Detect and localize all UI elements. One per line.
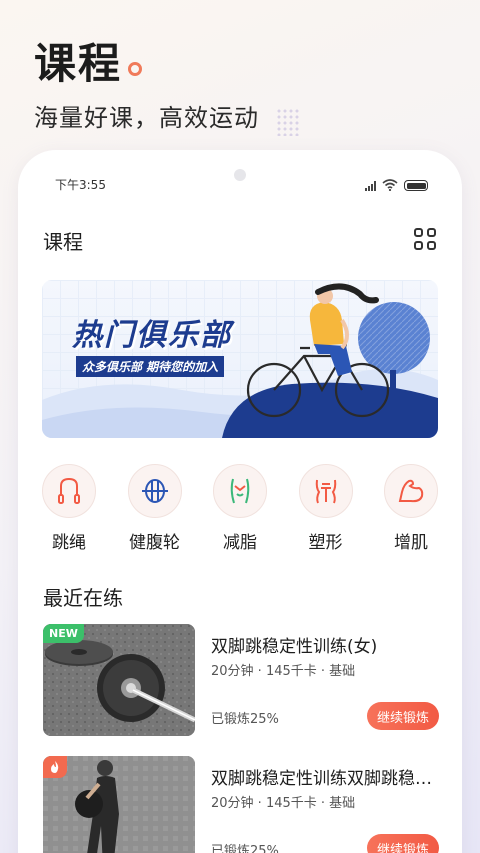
dot-pattern-decoration (276, 108, 300, 136)
status-time: 下午3:55 (55, 178, 106, 192)
hero-dot-decoration (128, 62, 142, 76)
category-fat-loss[interactable]: 减脂 (207, 464, 273, 553)
course-name: 双脚跳稳定性训练(女) (211, 637, 378, 657)
category-row: 跳绳 健腹轮 减脂 塑形 增肌 (36, 464, 444, 553)
category-label: 跳绳 (52, 533, 86, 553)
category-label: 塑形 (308, 533, 343, 553)
category-muscle[interactable]: 增肌 (378, 464, 444, 553)
continue-training-button[interactable]: 继续锻炼 (367, 702, 439, 730)
muscle-icon (384, 464, 438, 518)
course-meta: 20分钟 · 145千卡 · 基础 (211, 664, 356, 679)
category-body-shape[interactable]: 塑形 (293, 464, 359, 553)
club-banner[interactable]: 热门俱乐部 众多俱乐部 期待您的加入 (42, 280, 438, 438)
course-name: 双脚跳稳定性训练双脚跳稳定性训练 (211, 769, 433, 789)
continue-training-button[interactable]: 继续锻炼 (367, 834, 439, 853)
category-ab-wheel[interactable]: 健腹轮 (122, 464, 188, 553)
course-card[interactable]: 双脚跳稳定性训练双脚跳稳定性训练 20分钟 · 145千卡 · 基础 已锻炼25… (43, 756, 439, 853)
front-camera (234, 169, 246, 181)
page-title: 课程 (43, 230, 83, 254)
battery-icon (404, 180, 428, 191)
course-card[interactable]: NEW 双脚跳稳定性训练(女) 20分钟 · 145千卡 · 基础 已锻炼25%… (43, 624, 439, 736)
fat-loss-icon (213, 464, 267, 518)
course-meta: 20分钟 · 145千卡 · 基础 (211, 796, 356, 811)
flame-icon (43, 756, 67, 778)
category-label: 减脂 (223, 533, 257, 553)
banner-subtitle: 众多俱乐部 期待您的加入 (76, 356, 225, 377)
grid-icon[interactable] (414, 228, 436, 250)
jump-rope-icon (42, 464, 96, 518)
status-icons (365, 176, 428, 195)
hero-subtitle: 海量好课，高效运动 (34, 104, 259, 132)
category-label: 健腹轮 (129, 533, 180, 553)
section-title-recent: 最近在练 (43, 586, 123, 610)
course-thumbnail (43, 756, 195, 853)
phone-screen: 下午3:55 课程 热门俱乐部 众多俱乐部 期待您的加入 跳绳 健腹轮 减脂 塑… (18, 150, 462, 853)
category-jump-rope[interactable]: 跳绳 (36, 464, 102, 553)
ab-wheel-icon (127, 464, 182, 518)
hero-title: 课程 (34, 39, 123, 88)
wifi-icon (382, 176, 398, 195)
banner-title: 热门俱乐部 (72, 318, 232, 353)
new-badge: NEW (43, 624, 84, 643)
course-progress: 已锻炼25% (211, 712, 279, 727)
course-progress: 已锻炼25% (211, 844, 279, 853)
category-label: 增肌 (394, 533, 428, 553)
signal-icon (365, 180, 376, 191)
course-thumbnail: NEW (43, 624, 195, 736)
body-shape-icon (298, 464, 353, 518)
